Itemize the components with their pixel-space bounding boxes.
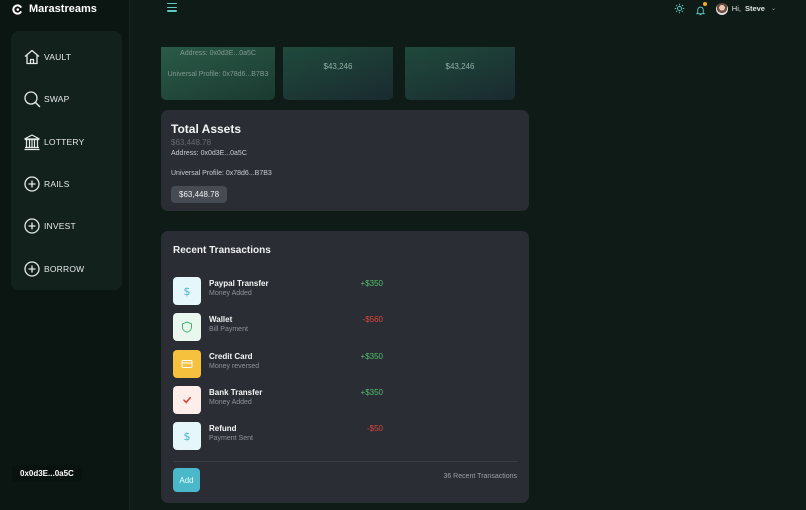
transaction-amount: +$350 — [360, 279, 383, 288]
hamburger-icon — [167, 3, 177, 5]
card-amount: $43,246 — [323, 62, 353, 71]
logo-icon — [12, 3, 22, 15]
transaction-description: Money reversed — [209, 362, 260, 370]
transaction-name: Bank Transfer — [209, 387, 263, 397]
transaction-row[interactable]: $ Refund Payment Sent -$50 — [173, 422, 383, 451]
user-name: Steve — [744, 4, 765, 13]
transaction-amount: +$350 — [360, 351, 383, 361]
sidebar: Marastreams VAULT SWAP LOTTERY RAILS INV… — [0, 0, 130, 510]
assets-profile: Universal Profile: 0x78d6...B7B3 — [171, 170, 272, 177]
sidebar-item-label: BORROW — [44, 264, 85, 274]
bank-icon — [24, 134, 40, 151]
nav-menu: VAULT SWAP LOTTERY RAILS INVEST BORROW — [11, 31, 122, 290]
menu-toggle-button[interactable] — [167, 3, 177, 13]
sidebar-item-label: INVEST — [44, 221, 76, 231]
transaction-row[interactable]: $ Paypal Transfer Money Added +$350 — [173, 277, 383, 305]
avatar — [715, 2, 728, 15]
sun-icon[interactable] — [674, 3, 685, 14]
card-amount: $43,246 — [445, 62, 475, 71]
shield-icon — [173, 313, 201, 342]
svg-text:$: $ — [184, 430, 191, 442]
transaction-description: Money Added — [209, 398, 252, 406]
notification-dot — [702, 2, 707, 6]
transaction-name: Wallet — [209, 315, 233, 325]
wallet-address-chip[interactable]: 0x0d3E...0a5C — [12, 465, 82, 482]
transactions-title: Recent Transactions — [173, 245, 271, 256]
plus-circle-icon — [24, 218, 40, 234]
dollar-icon: $ — [173, 277, 201, 305]
greeting: Hi, — [731, 4, 741, 13]
home-icon — [24, 49, 40, 65]
total-assets-card: Total Assets $63,448.78 Address: 0x0d3E.… — [161, 110, 529, 211]
transaction-name: Refund — [209, 424, 237, 434]
notifications-button[interactable] — [695, 2, 707, 16]
transaction-description: Payment Sent — [209, 435, 253, 443]
chevron-down-icon: ⌄ — [770, 6, 776, 12]
sidebar-item-label: LOTTERY — [44, 137, 85, 147]
sidebar-item-label: VAULT — [44, 52, 72, 62]
topbar-actions: Hi, Steve ⌄ — [674, 2, 776, 16]
sidebar-item-rails[interactable]: RAILS — [23, 175, 70, 193]
transaction-amount: -$560 — [362, 315, 383, 325]
sidebar-item-borrow[interactable]: BORROW — [23, 260, 84, 278]
sidebar-item-label: SWAP — [44, 94, 70, 104]
plus-circle-icon — [24, 261, 40, 277]
transactions-count: 36 Recent Transactions — [443, 473, 517, 480]
card-profile: Universal Profile: 0x78d6...B7B3 — [167, 71, 269, 78]
sidebar-item-lottery[interactable]: LOTTERY — [23, 133, 84, 151]
transaction-name: Paypal Transfer — [209, 279, 269, 288]
transaction-name: Credit Card — [209, 351, 253, 361]
search-icon — [24, 91, 41, 108]
transaction-description: Money Added — [209, 290, 252, 297]
divider — [173, 461, 517, 462]
recent-transactions-card: Recent Transactions $ Paypal Transfer Mo… — [161, 231, 529, 503]
assets-balance-badge: $63,448.78 — [171, 186, 228, 203]
svg-text:$: $ — [184, 285, 191, 297]
transaction-description: Bill Payment — [209, 326, 248, 334]
sidebar-item-swap[interactable]: SWAP — [23, 90, 70, 108]
balance-card[interactable]: $43,246 — [405, 47, 515, 100]
card-address: Address: 0x0d3E...0a5C — [180, 50, 256, 57]
assets-subtitle: $63,448.78 — [171, 138, 212, 147]
sidebar-item-vault[interactable]: VAULT — [23, 48, 71, 66]
transaction-row[interactable]: Bank Transfer Money Added +$350 — [173, 385, 383, 414]
user-menu[interactable]: Hi, Steve ⌄ — [715, 2, 776, 15]
transaction-amount: -$50 — [366, 424, 383, 434]
app-name: Marastreams — [29, 3, 97, 15]
add-button[interactable]: Add — [173, 468, 200, 492]
credit-card-icon — [173, 349, 201, 378]
plus-circle-icon — [24, 176, 40, 192]
brand[interactable]: Marastreams — [12, 2, 97, 16]
assets-address: Address: 0x0d3E...0a5C — [171, 150, 247, 157]
sidebar-item-label: RAILS — [44, 179, 70, 189]
account-card[interactable]: Address: 0x0d3E...0a5C Universal Profile… — [161, 47, 275, 100]
assets-title: Total Assets — [171, 122, 242, 136]
balance-card[interactable]: $43,246 — [283, 47, 393, 100]
sidebar-item-invest[interactable]: INVEST — [23, 217, 76, 235]
check-icon — [173, 385, 201, 414]
transaction-row[interactable]: Wallet Bill Payment -$560 — [173, 313, 383, 342]
transaction-amount: +$350 — [360, 387, 383, 397]
dollar-icon: $ — [173, 422, 201, 451]
transaction-row[interactable]: Credit Card Money reversed +$350 — [173, 349, 383, 378]
bell-icon — [695, 6, 706, 16]
